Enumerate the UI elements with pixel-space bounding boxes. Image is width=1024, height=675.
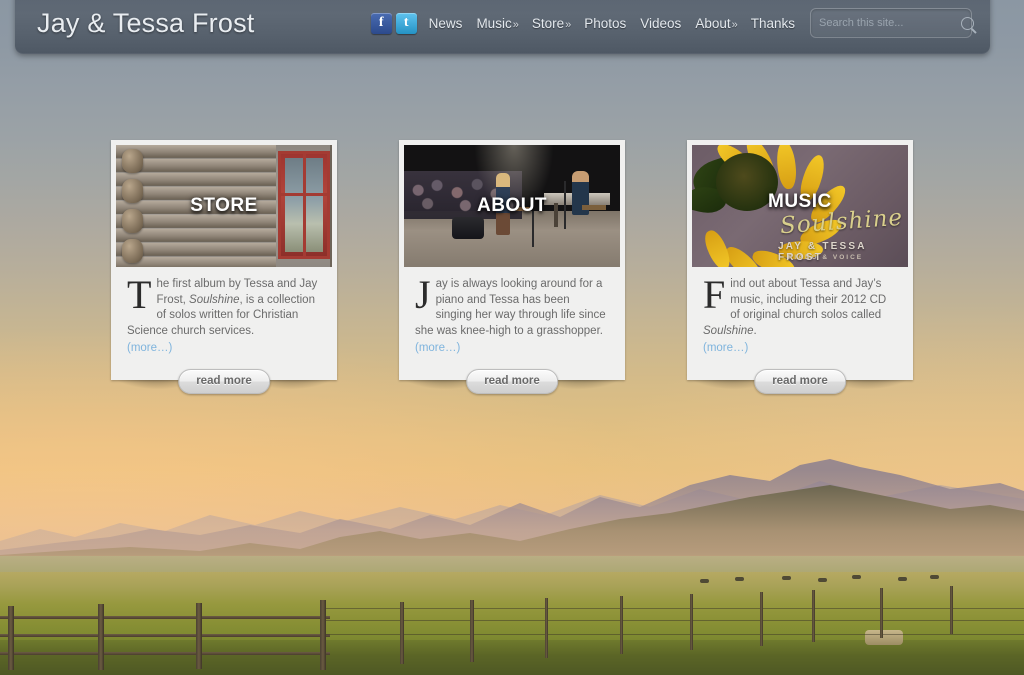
fence-post [98,604,104,670]
card-paragraph: ind out about Tessa and Jay’s music, inc… [703,277,897,339]
nav-label: Photos [584,15,627,31]
fence-rail [0,652,330,655]
card-overlay-title: ABOUT [476,195,548,216]
cattle [898,577,907,581]
fence-post [196,603,202,669]
text-part-2: . [753,324,757,337]
search-input[interactable] [819,17,961,29]
text-part-1: ind out about Tessa and Jay’s music, inc… [730,278,887,321]
fence-post [545,598,548,658]
fence-post [760,592,763,646]
search-box[interactable] [810,8,974,38]
nav-item-videos[interactable]: Videos [640,16,682,31]
site-header: Jay & Tessa Frost f t News Music» Store»… [15,0,990,54]
more-link[interactable]: (more…) [127,342,321,354]
foreground-grass [0,640,1024,675]
social-links: f t [370,12,417,34]
drop-cap: T [127,272,152,317]
text-part-1: ay is always looking around for a piano … [415,278,606,337]
album-title-italic: Soulshine [703,324,754,337]
cattle [818,578,827,582]
cattle [852,575,861,579]
nav-item-store[interactable]: Store» [532,16,571,31]
nav-item-about[interactable]: About» [695,16,737,31]
drop-cap: F [703,272,726,317]
drop-cap: J [415,272,431,317]
facebook-icon[interactable]: f [370,12,392,34]
fence-post [690,594,693,650]
nav-item-news[interactable]: News [429,16,464,31]
fence-post [400,602,404,664]
search-icon[interactable] [961,16,974,30]
card-body: F ind out about Tessa and Jay’s music, i… [692,267,908,380]
fence-wire [326,608,1024,609]
site-title: Jay & Tessa Frost [37,7,255,38]
card-overlay-title: STORE [190,195,258,216]
nav-label: Videos [640,15,682,31]
fence-post [880,588,883,638]
nav-label: Store [531,15,565,31]
album-title-italic: Soulshine [189,293,240,306]
twitter-icon[interactable]: t [395,12,417,34]
more-link[interactable]: (more…) [415,342,609,354]
card-paragraph: he first album by Tessa and Jay Frost, S… [127,277,321,339]
stage-monitor [452,217,484,239]
card-paragraph: ay is always looking around for a piano … [415,277,609,339]
main-navigation: News Music» Store» Photos Videos About» … [429,16,796,31]
card-thumbnail-about[interactable]: ABOUT [404,145,620,267]
fence-post [812,590,815,642]
chevron-icon: » [731,18,738,31]
nav-label: Thanks [750,15,795,31]
fence-wire [326,634,1024,635]
more-link[interactable]: (more…) [703,342,897,354]
cattle [735,577,744,581]
read-more-button[interactable]: read more [754,369,846,394]
album-subtitle: PIANO & VOICE [788,254,864,261]
card-panel[interactable]: ABOUT J ay is always looking around for … [399,140,625,394]
card-thumbnail-store[interactable]: STORE [116,145,332,267]
card-panel[interactable]: STORE T he first album by Tessa and Jay … [111,140,337,394]
nav-item-music[interactable]: Music» [476,16,518,31]
card-panel[interactable]: Soulshine JAY & TESSA FROST PIANO & VOIC… [687,140,913,394]
header-right-group: f t News Music» Store» Photos Videos Abo… [370,8,990,38]
fence-rail [0,634,330,637]
cattle [930,575,939,579]
nav-label: About [695,15,731,31]
fence-post [620,596,623,654]
fence-post [8,606,14,670]
fence-post [320,600,326,670]
card-about: ABOUT J ay is always looking around for … [395,140,629,394]
read-more-button[interactable]: read more [466,369,558,394]
fence-rail [0,616,330,619]
chevron-icon: » [565,18,572,31]
card-body: T he first album by Tessa and Jay Frost,… [116,267,332,380]
card-overlay-title: MUSIC [768,191,832,212]
fence-post [950,586,953,634]
nav-label: Music [476,15,512,31]
card-body: J ay is always looking around for a pian… [404,267,620,380]
cattle [700,579,709,583]
card-music: Soulshine JAY & TESSA FROST PIANO & VOIC… [683,140,917,394]
nav-item-thanks[interactable]: Thanks [751,16,796,31]
nav-item-photos[interactable]: Photos [584,16,627,31]
feature-cards: STORE T he first album by Tessa and Jay … [0,140,1024,394]
chevron-icon: » [512,18,519,31]
cattle [782,576,791,580]
card-store: STORE T he first album by Tessa and Jay … [107,140,341,394]
nav-label: News [428,15,463,31]
read-more-button[interactable]: read more [178,369,270,394]
fence-post [470,600,474,662]
hay-bale [865,630,903,645]
fence-wire [326,620,1024,621]
card-thumbnail-music[interactable]: Soulshine JAY & TESSA FROST PIANO & VOIC… [692,145,908,267]
